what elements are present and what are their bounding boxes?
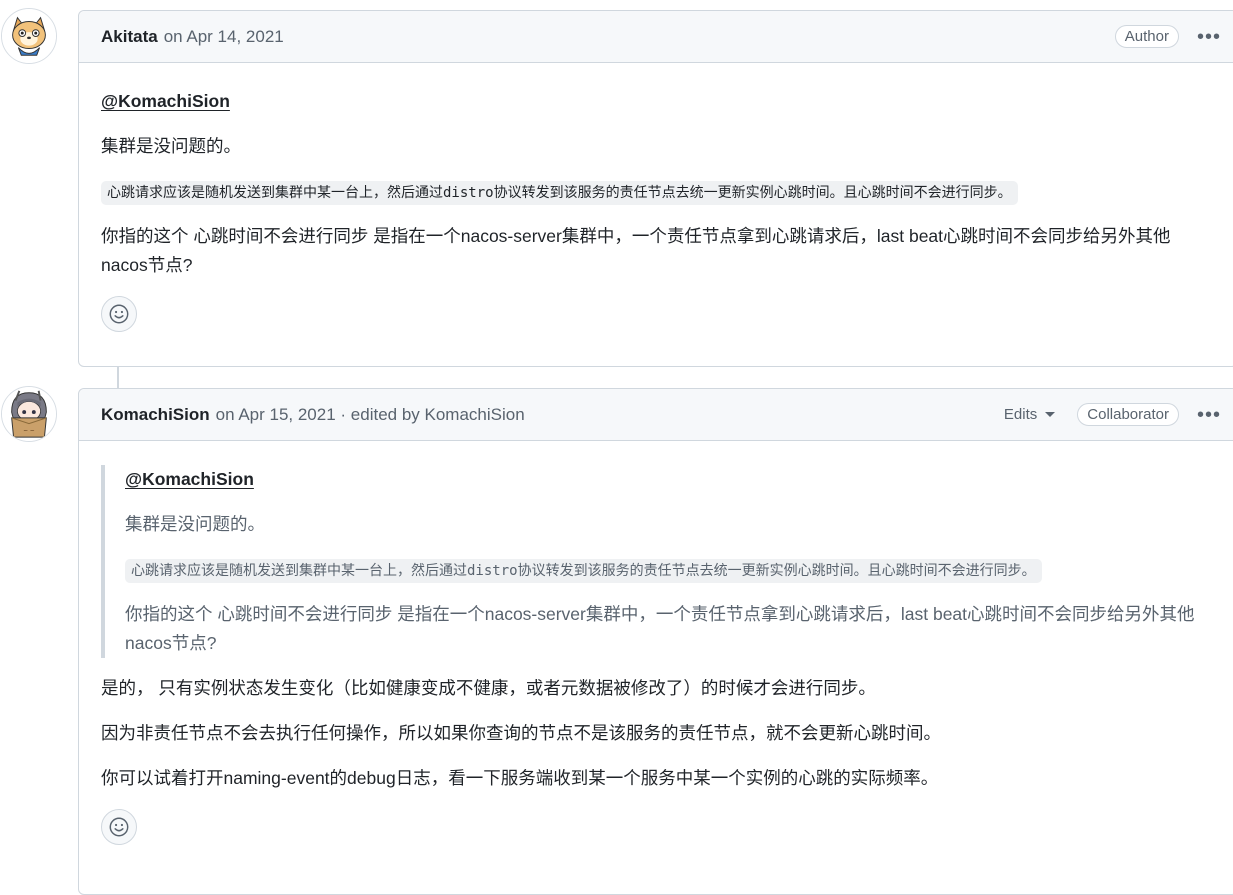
comment-header: KomachiSion on Apr 15, 2021 · edited by … <box>79 389 1233 441</box>
inline-code: 心跳请求应该是随机发送到集群中某一台上，然后通过distro协议转发到该服务的责… <box>101 181 1018 205</box>
user-mention-link[interactable]: @KomachiSion <box>101 91 230 111</box>
add-reaction-button[interactable] <box>101 809 137 845</box>
add-reaction-button[interactable] <box>101 296 137 332</box>
avatar-akitata[interactable] <box>1 8 57 64</box>
timeline-connector <box>117 366 119 388</box>
author-badge: Author <box>1114 25 1179 48</box>
edits-label: Edits <box>1003 406 1038 423</box>
comment-paragraph: 集群是没问题的。 <box>101 136 241 156</box>
blockquote: @KomachiSion 集群是没问题的。 心跳请求应该是随机发送到集群中某一台… <box>101 465 1215 658</box>
kebab-horizontal-icon[interactable]: ••• <box>1191 27 1227 47</box>
comment-body: @KomachiSion 集群是没问题的。 心跳请求应该是随机发送到集群中某一台… <box>79 441 1233 865</box>
girl-in-box-avatar-icon: ~ ~ <box>2 387 56 441</box>
comment-paragraph: 你可以试着打开naming-event的debug日志，看一下服务端收到某一个服… <box>101 768 939 788</box>
inline-code: 心跳请求应该是随机发送到集群中某一台上，然后通过distro协议转发到该服务的责… <box>125 559 1042 583</box>
comment-author-link[interactable]: KomachiSion <box>101 405 210 425</box>
comment-paragraph: 因为非责任节点不会去执行任何操作，所以如果你查询的节点不是该服务的责任节点，就不… <box>101 723 941 743</box>
edits-dropdown[interactable]: Edits <box>1003 406 1056 423</box>
smiley-icon <box>109 817 129 837</box>
svg-text:~ ~: ~ ~ <box>23 428 35 434</box>
avatar-komachision[interactable]: ~ ~ <box>1 386 57 442</box>
smiley-icon <box>109 304 129 324</box>
comment-komachision: KomachiSion on Apr 15, 2021 · edited by … <box>78 388 1233 895</box>
comment-paragraph: 你指的这个 心跳时间不会进行同步 是指在一个nacos-server集群中，一个… <box>101 226 1171 275</box>
comment-author-link[interactable]: Akitata <box>101 27 158 47</box>
kebab-horizontal-icon[interactable]: ••• <box>1191 405 1227 425</box>
collaborator-badge: Collaborator <box>1077 403 1179 426</box>
user-mention-link[interactable]: @KomachiSion <box>125 469 254 489</box>
quote-paragraph: 集群是没问题的。 <box>125 514 265 534</box>
comment-akitata: Akitata on Apr 14, 2021 Author ••• @Koma… <box>78 10 1233 367</box>
comment-paragraph: 是的， 只有实例状态发生变化（比如健康变成不健康，或者元数据被修改了）的时候才会… <box>101 678 876 698</box>
comment-header: Akitata on Apr 14, 2021 Author ••• <box>79 11 1233 63</box>
comment-timestamp[interactable]: on Apr 14, 2021 <box>164 27 284 47</box>
comment-timestamp[interactable]: on Apr 15, 2021 · edited by KomachiSion <box>216 405 525 425</box>
comment-body: @KomachiSion 集群是没问题的。 心跳请求应该是随机发送到集群中某一台… <box>79 63 1233 352</box>
triangle-down-icon <box>1045 412 1056 417</box>
quote-paragraph: 你指的这个 心跳时间不会进行同步 是指在一个nacos-server集群中，一个… <box>125 604 1195 653</box>
cat-avatar-icon <box>2 9 56 63</box>
